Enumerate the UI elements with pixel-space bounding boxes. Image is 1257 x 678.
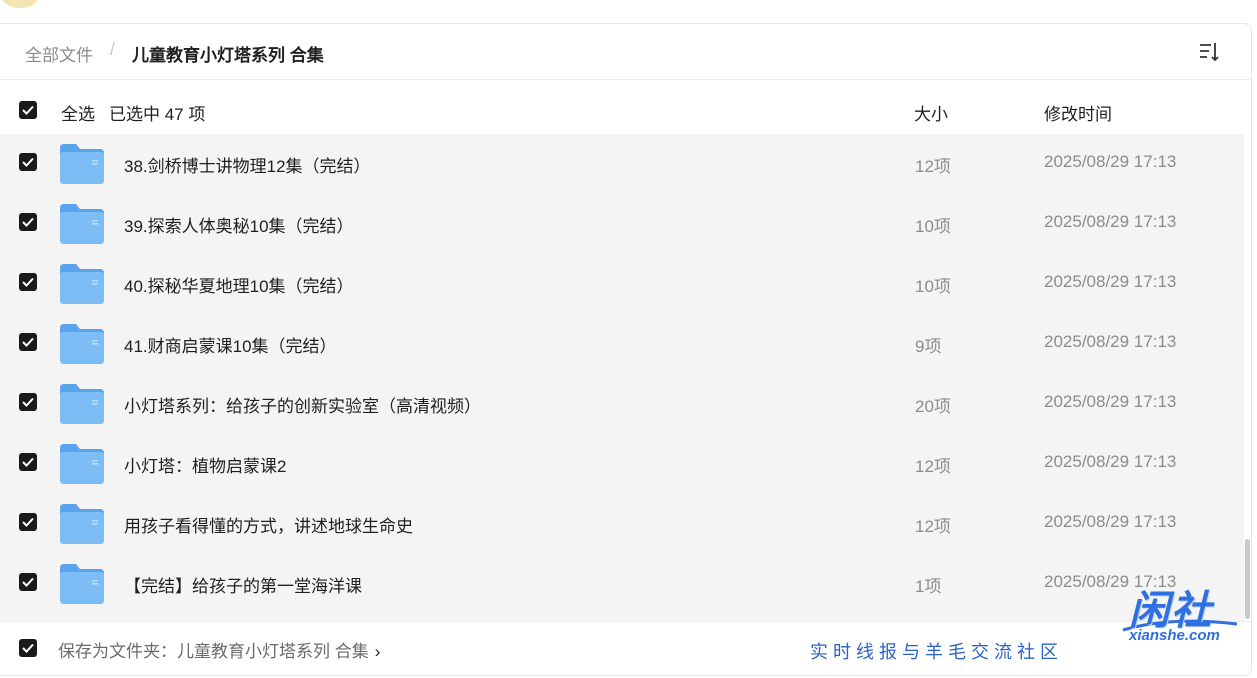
file-size: 20项 [915, 397, 951, 416]
select-all-label[interactable]: 全选 [61, 100, 95, 125]
checkbox-checked-icon [22, 157, 34, 167]
breadcrumb-root[interactable]: 全部文件 [25, 41, 93, 66]
watermark-logo: 闲社 xianshe.com [1119, 578, 1241, 652]
checkbox-checked-icon [22, 643, 34, 653]
file-name: 40.探秘华夏地理10集（完结） [124, 277, 354, 296]
list-item[interactable]: 用孩子看得懂的方式，讲述地球生命史 12项 2025/08/29 17:13 [0, 494, 1244, 554]
folder-icon [59, 382, 105, 426]
file-size: 10项 [915, 277, 951, 296]
row-checkbox[interactable] [19, 573, 37, 591]
logo-domain: xianshe.com [1129, 627, 1220, 644]
row-checkbox[interactable] [19, 153, 37, 171]
breadcrumb: 全部文件 / 儿童教育小灯塔系列 合集 [0, 24, 1251, 80]
file-size: 12项 [915, 157, 951, 176]
save-folder-name: 儿童教育小灯塔系列 合集 [177, 642, 369, 661]
folder-icon [59, 202, 105, 246]
file-modified-time: 2025/08/29 17:13 [1044, 332, 1177, 351]
save-as-folder-checkbox[interactable] [19, 639, 37, 657]
checkbox-checked-icon [22, 217, 34, 227]
save-dialog-panel: 全部文件 / 儿童教育小灯塔系列 合集 全选 已选中 47 项 大小 修改时间 … [0, 23, 1252, 676]
folder-icon [59, 262, 105, 306]
row-checkbox[interactable] [19, 273, 37, 291]
checkbox-checked-icon [22, 577, 34, 587]
folder-icon [59, 142, 105, 186]
file-list: 38.剑桥博士讲物理12集（完结） 12项 2025/08/29 17:13 39.探… [0, 134, 1244, 621]
column-header-size[interactable]: 大小 [914, 100, 948, 125]
file-size: 12项 [915, 457, 951, 476]
checkbox-checked-icon [22, 337, 34, 347]
file-modified-time: 2025/08/29 17:13 [1044, 212, 1177, 231]
file-name: 39.探索人体奥秘10集（完结） [124, 217, 354, 236]
file-size: 9项 [915, 337, 942, 356]
chevron-right-icon: › [374, 642, 381, 661]
checkbox-checked-icon [22, 397, 34, 407]
file-size: 12项 [915, 517, 951, 536]
file-size: 10项 [915, 217, 951, 236]
file-name: 用孩子看得懂的方式，讲述地球生命史 [124, 517, 413, 536]
folder-icon [59, 562, 105, 606]
checkbox-checked-icon [22, 517, 34, 527]
list-header: 全选 已选中 47 项 大小 修改时间 [0, 80, 1251, 134]
column-header-time[interactable]: 修改时间 [1044, 100, 1112, 125]
folder-icon [59, 322, 105, 366]
save-as-folder-option[interactable]: 保存为文件夹：儿童教育小灯塔系列 合集 › [58, 637, 380, 662]
checkbox-checked-icon [22, 457, 34, 467]
row-checkbox[interactable] [19, 453, 37, 471]
list-item[interactable]: 39.探索人体奥秘10集（完结） 10项 2025/08/29 17:13 [0, 194, 1244, 254]
avatar [2, 0, 38, 8]
file-name: 小灯塔：植物启蒙课2 [124, 457, 287, 476]
folder-icon [59, 502, 105, 546]
row-checkbox[interactable] [19, 513, 37, 531]
top-toolbar-clipped [0, 0, 1257, 22]
folder-icon [59, 442, 105, 486]
breadcrumb-current: 儿童教育小灯塔系列 合集 [132, 46, 324, 65]
file-modified-time: 2025/08/29 17:13 [1044, 512, 1177, 531]
file-name: 38.剑桥博士讲物理12集（完结） [124, 157, 371, 176]
row-checkbox[interactable] [19, 333, 37, 351]
list-item[interactable]: 41.财商启蒙课10集（完结） 9项 2025/08/29 17:13 [0, 314, 1244, 374]
file-size: 1项 [915, 577, 942, 596]
checkbox-checked-icon [22, 277, 34, 287]
list-item[interactable]: 38.剑桥博士讲物理12集（完结） 12项 2025/08/29 17:13 [0, 134, 1244, 194]
selected-count: 已选中 47 项 [109, 105, 206, 124]
file-name: 41.财商启蒙课10集（完结） [124, 337, 337, 356]
list-item[interactable]: 40.探秘华夏地理10集（完结） 10项 2025/08/29 17:13 [0, 254, 1244, 314]
list-item[interactable]: 小灯塔系列：给孩子的创新实验室（高清视频） 20项 2025/08/29 17:13 [0, 374, 1244, 434]
file-modified-time: 2025/08/29 17:13 [1044, 392, 1177, 411]
save-prefix: 保存为文件夹： [58, 642, 177, 661]
watermark-slogan: 实时线报与羊毛交流社区 [810, 642, 1063, 662]
file-name: 小灯塔系列：给孩子的创新实验室（高清视频） [124, 397, 481, 416]
file-modified-time: 2025/08/29 17:13 [1044, 272, 1177, 291]
list-item[interactable]: 小灯塔：植物启蒙课2 12项 2025/08/29 17:13 [0, 434, 1244, 494]
sort-list-icon[interactable] [1197, 40, 1221, 64]
select-all-checkbox[interactable] [19, 101, 37, 119]
file-modified-time: 2025/08/29 17:13 [1044, 152, 1177, 171]
row-checkbox[interactable] [19, 213, 37, 231]
list-item[interactable]: 【完结】给孩子的第一堂海洋课 1项 2025/08/29 17:13 [0, 554, 1244, 614]
breadcrumb-separator: / [110, 39, 116, 59]
checkbox-checked-icon [22, 105, 34, 115]
footer: 保存为文件夹：儿童教育小灯塔系列 合集 › 实时线报与羊毛交流社区 [0, 621, 1251, 675]
file-name: 【完结】给孩子的第一堂海洋课 [124, 577, 362, 596]
scrollbar-thumb[interactable] [1245, 539, 1250, 619]
row-checkbox[interactable] [19, 393, 37, 411]
file-modified-time: 2025/08/29 17:13 [1044, 452, 1177, 471]
